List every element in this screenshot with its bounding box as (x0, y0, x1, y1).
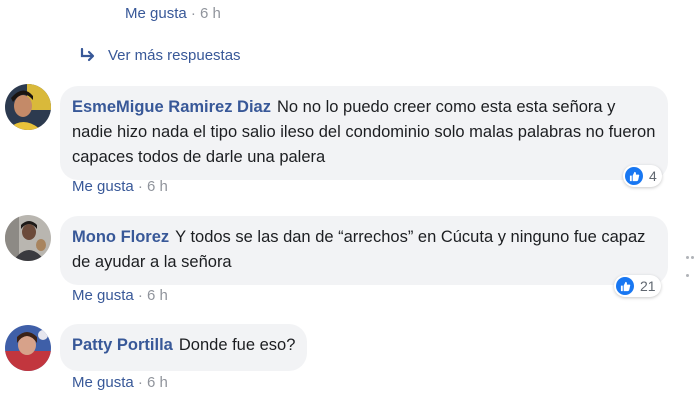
more-options-icon[interactable] (686, 246, 700, 277)
comment-meta: Me gusta · 6 h (72, 178, 168, 195)
comment-meta: Me gusta · 6 h (72, 287, 168, 304)
reaction-count[interactable]: 4 (623, 165, 662, 187)
reply-arrow-icon (80, 48, 95, 62)
meta-separator: · (137, 287, 143, 304)
comment-author-link[interactable]: Patty Portilla (72, 336, 173, 354)
reaction-count[interactable]: 21 (614, 275, 661, 297)
view-more-replies-link[interactable]: Ver más respuestas (80, 44, 241, 66)
thumbs-up-icon (625, 167, 643, 185)
meta-separator: · (137, 178, 143, 195)
comment-bubble: Patty Portilla Donde fue eso? (60, 324, 308, 371)
like-link[interactable]: Me gusta (125, 5, 187, 22)
timestamp[interactable]: 6 h (200, 5, 221, 22)
view-more-replies-label: Ver más respuestas (108, 46, 241, 64)
like-link[interactable]: Me gusta (72, 374, 134, 391)
timestamp[interactable]: 6 h (147, 178, 168, 195)
meta-separator: · (137, 374, 143, 391)
avatar[interactable] (5, 84, 51, 130)
timestamp[interactable]: 6 h (147, 374, 168, 391)
comment-author-link[interactable]: Mono Florez (72, 228, 169, 246)
meta-separator: · (190, 5, 196, 22)
comment-text: Donde fue eso? (178, 336, 296, 354)
comment-bubble: Mono Florez Y todos se las dan de “arrech… (60, 216, 668, 285)
timestamp[interactable]: 6 h (147, 287, 168, 304)
like-link[interactable]: Me gusta (72, 287, 134, 304)
top-reply-meta: Me gusta · 6 h (125, 5, 221, 22)
reaction-total: 21 (640, 278, 656, 294)
avatar[interactable] (5, 215, 51, 261)
thumbs-up-icon (616, 277, 634, 295)
comment-meta: Me gusta · 6 h (72, 374, 168, 391)
like-link[interactable]: Me gusta (72, 178, 134, 195)
reaction-total: 4 (649, 168, 657, 184)
comment-author-link[interactable]: EsmeMigue Ramirez Diaz (72, 98, 271, 116)
comment-bubble: EsmeMigue Ramirez Diaz No no lo puedo cre… (60, 86, 668, 180)
avatar[interactable] (5, 325, 51, 371)
